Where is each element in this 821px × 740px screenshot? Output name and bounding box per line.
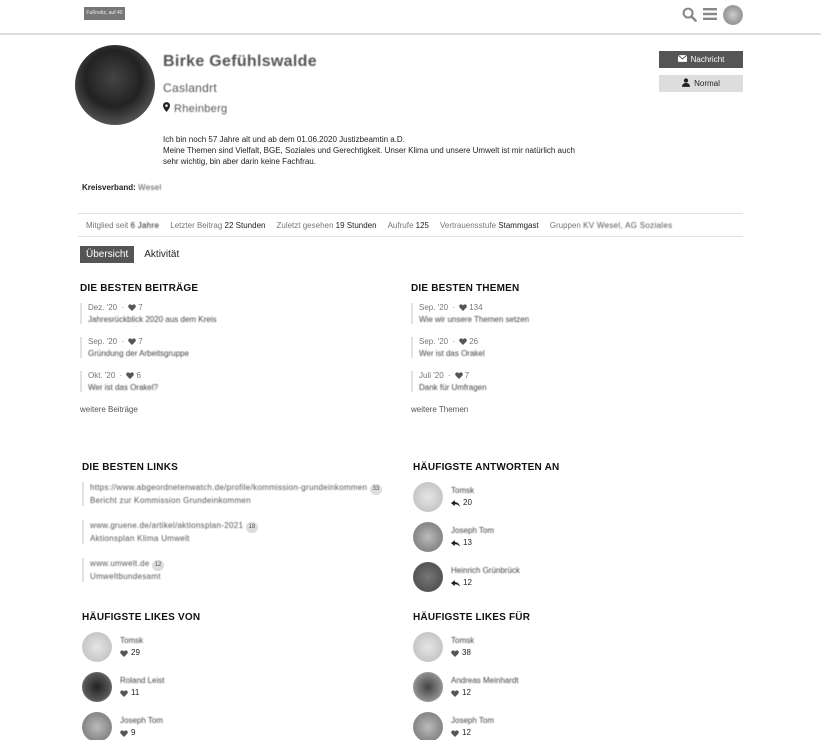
stat-views: Aufrufe 125 <box>387 220 429 230</box>
site-logo[interactable]: Fußnotiz, auf 40 <box>84 7 125 20</box>
tab-overview[interactable]: Übersicht <box>80 246 135 263</box>
header-icons <box>682 5 743 25</box>
profile-title: Caslandrt <box>163 81 218 95</box>
current-user-avatar[interactable] <box>723 5 743 25</box>
map-marker-icon <box>163 102 170 115</box>
stat-last-post: Letzter Beitrag 22 Stunden <box>170 220 266 230</box>
heart-icon <box>451 729 459 737</box>
top-header: Fußnotiz, auf 40 <box>0 0 821 35</box>
heart-icon <box>451 649 459 657</box>
avatar[interactable] <box>82 672 112 702</box>
stat-groups: Gruppen KV Wesel, AG Soziales <box>549 220 673 230</box>
list-item[interactable]: Dez. '20 · 7 Jahresrückblick 2020 aus de… <box>80 303 400 324</box>
tab-activity[interactable]: Aktivität <box>144 249 179 260</box>
stat-last-seen: Zuletzt gesehen 19 Stunden <box>276 220 377 230</box>
heart-icon <box>120 729 128 737</box>
list-item[interactable]: Roland Leist 11 <box>82 672 402 702</box>
reply-icon <box>451 579 460 587</box>
best-topics-section: DIE BESTEN THEMEN Sep. '20 · 134 Wie wir… <box>411 283 731 414</box>
best-posts-title: DIE BESTEN BEITRÄGE <box>80 283 199 294</box>
likes-for-section: HÄUFIGSTE LIKES FÜR Tomsk 38 Andreas Mei… <box>413 612 733 740</box>
avatar[interactable] <box>82 632 112 662</box>
heart-icon <box>120 689 128 697</box>
reply-icon <box>451 539 460 547</box>
more-topics-link[interactable]: weitere Themen <box>411 405 731 414</box>
list-item[interactable]: Joseph Tom 13 <box>413 522 733 552</box>
profile-tabs: Übersicht Aktivität <box>80 246 179 263</box>
heart-icon <box>126 372 135 379</box>
avatar[interactable] <box>413 522 443 552</box>
most-replied-section: HÄUFIGSTE ANTWORTEN AN Tomsk 20 Joseph T… <box>413 462 733 602</box>
profile-location: Rheinberg <box>163 102 227 115</box>
stat-member-since: Mitglied seit 6 Jahre <box>86 220 160 230</box>
best-topics-title: DIE BESTEN THEMEN <box>411 283 520 294</box>
profile-bio: Ich bin noch 57 Jahre alt und ab dem 01.… <box>163 135 575 166</box>
avatar[interactable] <box>413 632 443 662</box>
list-item[interactable]: Tomsk 20 <box>413 482 733 512</box>
profile-name: Birke Gefühlswalde <box>163 53 317 70</box>
list-item[interactable]: Joseph Tom 9 <box>82 712 402 740</box>
heart-icon <box>128 304 136 311</box>
list-item[interactable]: Sep. '20 · 134 Wie wir unsere Themen set… <box>411 303 731 324</box>
heart-icon <box>451 689 459 697</box>
user-stats-bar: Mitglied seit 6 Jahre Letzter Beitrag 22… <box>78 213 743 237</box>
user-icon <box>682 78 691 89</box>
list-item[interactable]: Sep. '20 · 26 Wer ist das Orakel <box>411 337 731 358</box>
avatar[interactable] <box>413 712 443 740</box>
list-item[interactable]: Juli '20 · 7 Dank für Umfragen <box>411 371 731 392</box>
list-item[interactable]: www.gruene.de/artikel/aktionsplan-2021 1… <box>82 520 392 544</box>
list-item[interactable]: https://www.abgeordnetenwatch.de/profile… <box>82 482 392 506</box>
avatar[interactable] <box>413 562 443 592</box>
list-item[interactable]: Joseph Tom 12 <box>413 712 733 740</box>
search-icon[interactable] <box>682 7 697 24</box>
list-item[interactable]: Andreas Meinhardt 12 <box>413 672 733 702</box>
profile-avatar <box>75 45 155 125</box>
stat-trust-level: Vertrauensstufe Stammgast <box>439 220 539 230</box>
notification-level-button[interactable]: Normal <box>659 75 743 92</box>
likes-for-title: HÄUFIGSTE LIKES FÜR <box>413 612 531 623</box>
most-replied-title: HÄUFIGSTE ANTWORTEN AN <box>413 462 560 473</box>
best-posts-section: DIE BESTEN BEITRÄGE Dez. '20 · 7 Jahresr… <box>80 283 400 414</box>
list-item[interactable]: Tomsk 29 <box>82 632 402 662</box>
likes-from-section: HÄUFIGSTE LIKES VON Tomsk 29 Roland Leis… <box>82 612 402 740</box>
heart-icon <box>128 338 136 345</box>
heart-icon <box>459 304 467 311</box>
menu-icon[interactable] <box>703 8 717 22</box>
list-item[interactable]: Heinrich Grünbrück 12 <box>413 562 733 592</box>
message-button[interactable]: Nachricht <box>659 51 743 68</box>
avatar[interactable] <box>413 672 443 702</box>
likes-from-title: HÄUFIGSTE LIKES VON <box>82 612 201 623</box>
list-item[interactable]: Sep. '20 · 7 Gründung der Arbeitsgruppe <box>80 337 400 358</box>
avatar[interactable] <box>413 482 443 512</box>
heart-icon <box>120 649 128 657</box>
reply-icon <box>451 499 460 507</box>
list-item[interactable]: Tomsk 38 <box>413 632 733 662</box>
list-item[interactable]: Okt. '20 · 6 Wer ist das Orakel? <box>80 371 400 392</box>
heart-icon <box>459 338 467 345</box>
envelope-icon <box>677 54 687 64</box>
best-links-section: DIE BESTEN LINKS https://www.abgeordnete… <box>82 462 402 596</box>
more-posts-link[interactable]: weitere Beiträge <box>80 405 400 414</box>
kreisverband-field: Kreisverband: Wesel <box>82 183 162 192</box>
list-item[interactable]: www.umwelt.de 12 Umweltbundesamt <box>82 558 392 582</box>
heart-icon <box>454 372 463 379</box>
best-links-title: DIE BESTEN LINKS <box>82 462 178 473</box>
avatar[interactable] <box>82 712 112 740</box>
